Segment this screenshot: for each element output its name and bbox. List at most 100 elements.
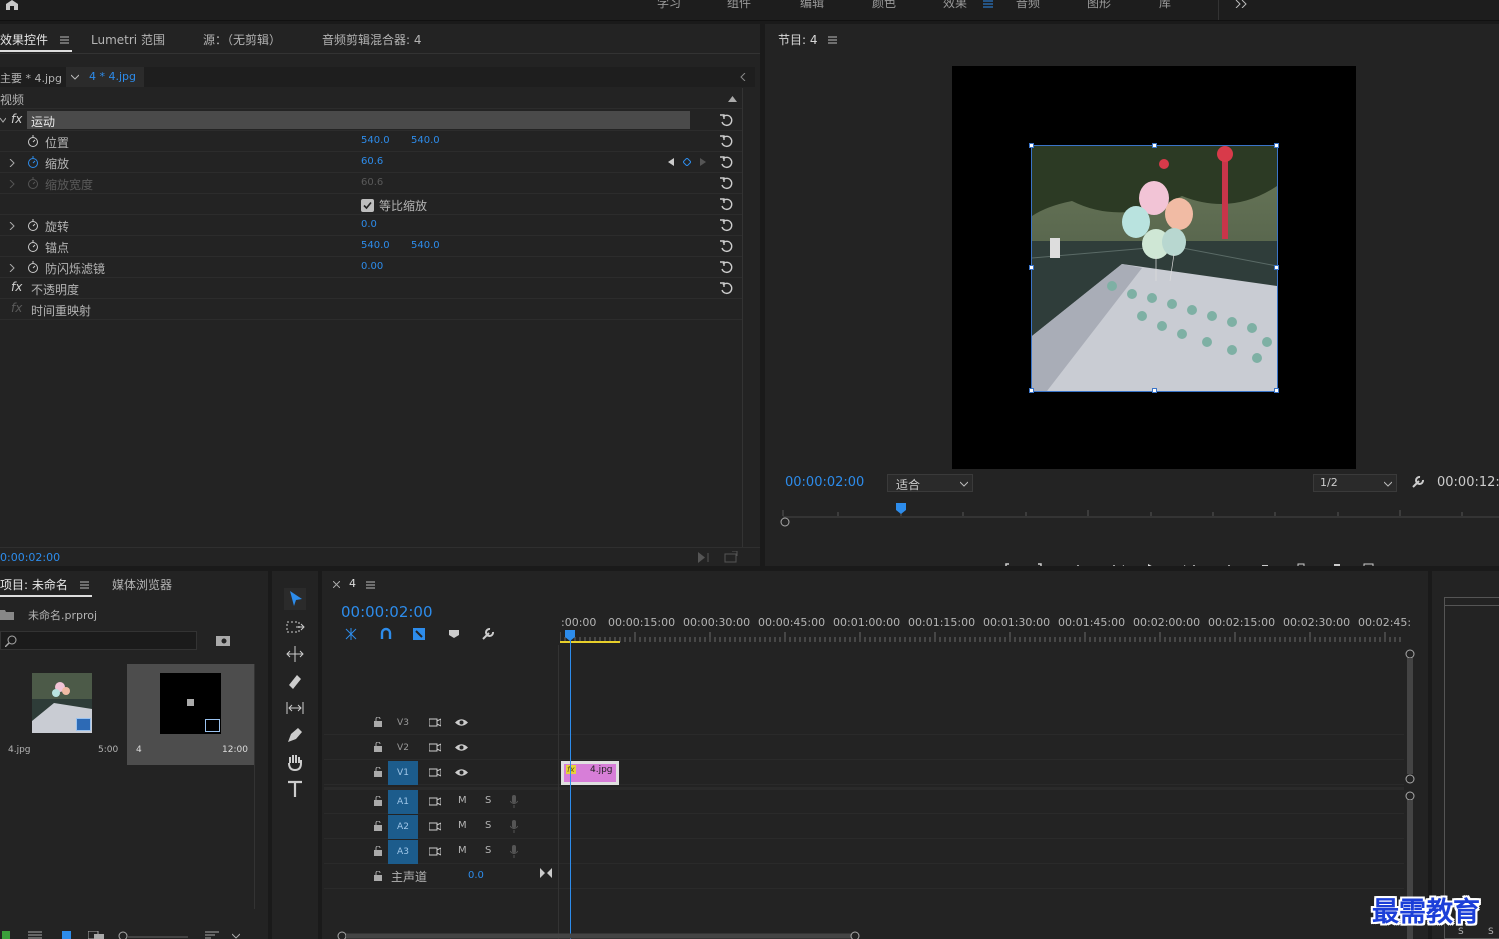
wrench-icon[interactable] [1411,475,1425,489]
mark-in-icon[interactable] [1000,562,1016,566]
effect-timecode[interactable]: 0:00:02:00 [0,551,60,564]
param-value[interactable]: 0.00 [361,261,383,272]
export-frame-icon[interactable] [724,551,738,563]
chevron-right-icon[interactable] [8,264,16,272]
sync-lock-icon[interactable] [429,718,441,727]
reset-icon[interactable] [720,219,734,233]
time-remap-effect-row[interactable]: fx 时间重映射 [0,299,742,320]
solo-button[interactable]: S [485,845,491,856]
tab-effect-controls[interactable]: 效果控件 [0,31,48,48]
slip-tool-icon[interactable] [284,697,306,719]
lock-icon[interactable] [374,821,382,831]
stopwatch-icon[interactable] [27,240,39,252]
scrollbar-track[interactable] [742,88,743,548]
program-title[interactable]: 节目: 4 [778,31,818,48]
overflow-chevron-icon[interactable] [1235,0,1249,8]
type-tool-icon[interactable] [284,778,306,800]
resolution-dropdown[interactable]: 1/2 [1313,474,1397,492]
track-target-a1[interactable]: A1 [388,790,418,814]
razor-tool-icon[interactable] [284,670,306,692]
track-target-a3[interactable]: A3 [388,840,418,864]
transform-handle[interactable] [1274,143,1279,148]
workspace-audio[interactable]: 音频 [1016,0,1040,11]
master-clip-label[interactable]: 主要 * 4.jpg [0,70,62,86]
lock-icon[interactable] [374,846,382,856]
transform-handle[interactable] [1029,265,1034,270]
track-target-a2[interactable]: A2 [388,815,418,839]
icon-view-icon[interactable] [62,931,71,939]
workspace-menu-icon[interactable] [983,0,993,8]
lock-icon[interactable] [2,931,10,939]
sync-lock-icon[interactable] [429,797,441,806]
close-icon[interactable] [333,581,340,588]
play-icon[interactable] [1145,562,1161,566]
pen-tool-icon[interactable] [284,724,306,746]
panel-menu-icon[interactable] [366,581,375,589]
tab-audio-clip-mixer[interactable]: 音频剪辑混合器: 4 [322,31,422,48]
stopwatch-icon[interactable] [27,135,39,147]
sort-icon[interactable] [205,931,219,939]
track-target-v1[interactable]: V1 [388,761,418,785]
microphone-icon[interactable] [510,820,518,833]
track-select-tool-icon[interactable] [284,616,306,638]
sync-lock-icon[interactable] [429,847,441,856]
new-search-bin-icon[interactable] [216,634,230,646]
solo-button[interactable]: S [485,820,491,831]
param-value[interactable]: 0.0 [361,219,377,230]
tab-menu-icon[interactable] [60,36,69,44]
add-marker-icon[interactable] [449,629,459,639]
play-only-audio-icon[interactable] [697,552,711,563]
tab-source[interactable]: 源：（无剪辑） [203,31,281,48]
program-canvas[interactable] [952,66,1356,469]
home-icon[interactable] [4,0,20,10]
seq-clip-label[interactable]: 4 * 4.jpg [89,70,136,83]
selection-tool-icon[interactable] [284,588,306,610]
microphone-icon[interactable] [510,795,518,808]
chevron-down-icon[interactable] [71,74,79,80]
param-value-x[interactable]: 540.0 [361,135,390,146]
checkbox-checked-icon[interactable] [361,199,374,212]
mute-button[interactable]: M [458,820,467,831]
motion-effect-row[interactable]: fx 运动 [0,110,742,131]
eye-icon[interactable] [455,743,468,752]
eye-icon[interactable] [455,718,468,727]
transform-handle[interactable] [1274,388,1279,393]
lock-icon[interactable] [374,871,382,881]
step-forward-icon[interactable] [1181,562,1197,566]
timeline-ruler[interactable] [560,630,1405,645]
reset-icon[interactable] [720,114,734,128]
extract-icon[interactable] [1293,562,1309,566]
step-back-icon[interactable] [1111,562,1127,566]
reset-icon[interactable] [720,240,734,254]
tab-project[interactable]: 项目: 未命名 [0,576,68,593]
go-to-edit-icon[interactable] [540,868,552,878]
reset-icon[interactable] [720,156,734,170]
solo-button[interactable]: S [485,795,491,806]
playhead-line[interactable] [570,640,571,939]
workspace-learning[interactable]: 学习 [657,0,681,11]
next-keyframe-icon[interactable] [700,158,706,166]
workspace-editing[interactable]: 编辑 [800,0,824,11]
chevron-right-icon[interactable] [8,159,16,167]
uniform-scale-label[interactable]: 等比缩放 [379,197,427,214]
master-volume-value[interactable]: 0.0 [468,870,484,881]
reset-icon[interactable] [720,177,734,191]
lift-icon[interactable] [1257,562,1273,566]
param-value-y[interactable]: 540.0 [411,135,440,146]
workspace-graphics[interactable]: 图形 [1087,0,1111,11]
chevron-down-icon[interactable] [0,117,6,123]
sequence-tab[interactable]: 4 [349,577,356,590]
camera-icon[interactable] [1329,562,1345,566]
scrollbar-track[interactable] [254,664,255,909]
program-ruler[interactable] [778,502,1499,528]
tab-lumetri-scopes[interactable]: Lumetri 范围 [91,31,165,48]
transform-handle[interactable] [1029,388,1034,393]
stopwatch-icon[interactable] [27,261,39,273]
reset-icon[interactable] [720,135,734,149]
project-search-input[interactable] [0,631,197,650]
mark-out-icon[interactable] [1032,562,1048,566]
hand-tool-icon[interactable] [284,751,306,773]
go-to-out-icon[interactable] [1215,562,1231,566]
opacity-effect-row[interactable]: fx 不透明度 [0,278,742,299]
compare-view-icon[interactable] [1363,562,1379,566]
